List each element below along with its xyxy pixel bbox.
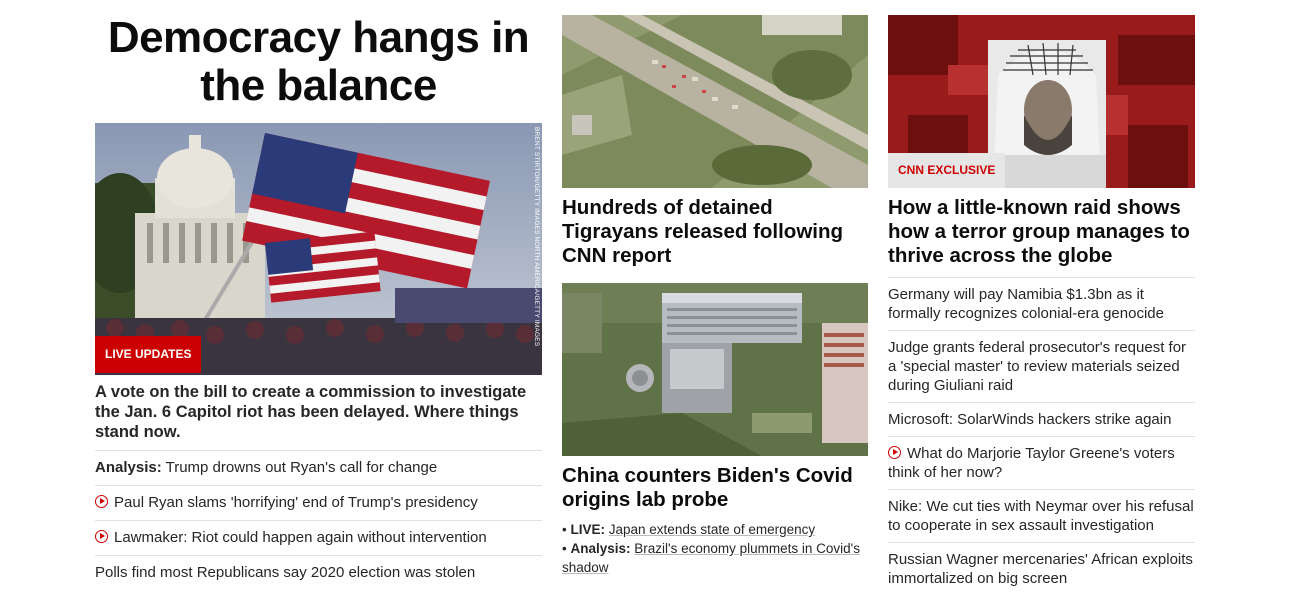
right-column: CNN EXCLUSIVE How a little-known raid sh… [888, 0, 1195, 595]
list-item-text: Germany will pay Namibia $1.3bn as it fo… [888, 286, 1164, 322]
list-item-text: Trump drowns out Ryan's call for change [165, 459, 438, 476]
list-item[interactable]: Germany will pay Namibia $1.3bn as it fo… [888, 277, 1195, 330]
tigray-satellite-image[interactable] [562, 15, 868, 188]
live-label: LIVE: [570, 522, 605, 537]
list-item[interactable]: What do Marjorie Taylor Greene's voters … [888, 436, 1195, 489]
analysis-label: Analysis: [570, 541, 631, 556]
bullet-link-text: Japan extends state of emergency [608, 522, 816, 537]
lead-related-list: Analysis: Trump drowns out Ryan's call f… [95, 450, 542, 590]
story-headline-terror-raid[interactable]: How a little-known raid shows how a terr… [888, 196, 1195, 268]
list-item-text: Russian Wagner mercenaries' African expl… [888, 551, 1193, 587]
terror-raid-image[interactable]: CNN EXCLUSIVE [888, 15, 1195, 188]
story-headline-covid-lab[interactable]: China counters Biden's Covid origins lab… [562, 464, 868, 512]
lead-story-column: Democracy hangs in the balance BRENT STI… [95, 0, 542, 590]
list-item[interactable]: Nike: We cut ties with Neymar over his r… [888, 489, 1195, 542]
cnn-exclusive-badge: CNN EXCLUSIVE [888, 153, 1006, 188]
list-item-text: What do Marjorie Taylor Greene's voters … [888, 445, 1175, 481]
bullet-item[interactable]: • Analysis: Brazil's economy plummets in… [562, 539, 868, 577]
list-item[interactable]: Russian Wagner mercenaries' African expl… [888, 542, 1195, 595]
wuhan-lab-image[interactable] [562, 283, 868, 456]
list-item[interactable]: Microsoft: SolarWinds hackers strike aga… [888, 402, 1195, 436]
list-item-text: Nike: We cut ties with Neymar over his r… [888, 498, 1194, 534]
list-item-text: Paul Ryan slams 'horrifying' end of Trum… [114, 494, 478, 511]
list-item-text: Judge grants federal prosecutor's reques… [888, 339, 1187, 394]
video-play-icon [95, 530, 108, 543]
list-item[interactable]: Lawmaker: Riot could happen again withou… [95, 520, 542, 555]
video-play-icon [888, 446, 901, 459]
covid-bullets: • LIVE: Japan extends state of emergency… [562, 520, 868, 577]
analysis-label: Analysis: [95, 459, 162, 476]
lead-headline[interactable]: Democracy hangs in the balance [95, 14, 542, 110]
list-item[interactable]: Paul Ryan slams 'horrifying' end of Trum… [95, 485, 542, 520]
lead-summary-link[interactable]: A vote on the bill to create a commissio… [95, 382, 542, 442]
list-item-text: Polls find most Republicans say 2020 ele… [95, 564, 476, 581]
list-item-text: Microsoft: SolarWinds hackers strike aga… [888, 411, 1172, 428]
video-play-icon [95, 495, 108, 508]
list-item-text: Lawmaker: Riot could happen again withou… [114, 529, 487, 546]
image-credit: BRENT STIRTON/GETTY IMAGES NORTH AMERICA… [533, 127, 540, 347]
middle-column: Hundreds of detained Tigrayans released … [562, 0, 868, 577]
live-updates-badge: LIVE UPDATES [95, 336, 202, 373]
capitol-riot-image[interactable]: BRENT STIRTON/GETTY IMAGES NORTH AMERICA… [95, 123, 542, 375]
bullet-item[interactable]: • LIVE: Japan extends state of emergency [562, 520, 868, 539]
list-item[interactable]: Polls find most Republicans say 2020 ele… [95, 555, 542, 590]
story-headline-tigray[interactable]: Hundreds of detained Tigrayans released … [562, 196, 868, 268]
list-item[interactable]: Analysis: Trump drowns out Ryan's call f… [95, 450, 542, 485]
headline-list: Germany will pay Namibia $1.3bn as it fo… [888, 277, 1195, 595]
list-item[interactable]: Judge grants federal prosecutor's reques… [888, 330, 1195, 402]
